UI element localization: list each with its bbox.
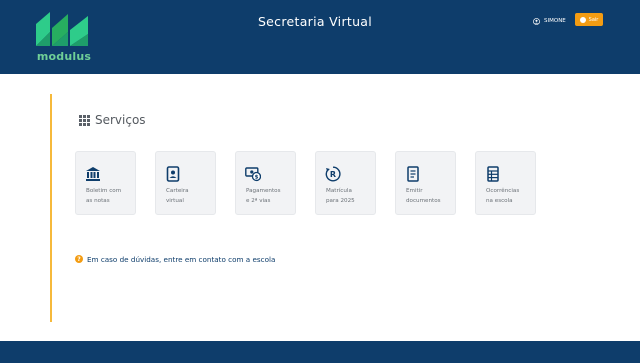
power-icon xyxy=(579,16,586,23)
section-title-label: Serviços xyxy=(95,113,146,127)
help-text: Em caso de dúvidas, entre em contato com… xyxy=(87,254,276,264)
logout-button[interactable]: Sair xyxy=(575,13,603,26)
svg-text:R: R xyxy=(330,170,336,179)
user-name: SIMONE xyxy=(544,18,566,24)
service-card-pagamentos[interactable]: $ Pagamentos e 2ª vias xyxy=(235,151,296,215)
user-icon xyxy=(533,17,540,25)
footer-bar xyxy=(0,341,640,363)
top-header: modulus Secretaria Virtual SIMONE Sair xyxy=(0,0,640,74)
service-label: Emitir documentos xyxy=(406,188,441,204)
service-label: Ocorrências na escola xyxy=(486,188,520,204)
service-label: Pagamentos e 2ª vias xyxy=(246,188,281,204)
service-card-carteira[interactable]: Carteira virtual xyxy=(155,151,216,215)
user-menu[interactable]: SIMONE xyxy=(533,15,566,27)
registration-icon: R xyxy=(325,166,341,182)
service-card-matricula[interactable]: R Matrícula para 2025 xyxy=(315,151,376,215)
help-message: ? Em caso de dúvidas, entre em contato c… xyxy=(75,254,275,264)
service-label: Matrícula para 2025 xyxy=(326,188,355,204)
content-accent-bar xyxy=(50,94,52,322)
document-icon xyxy=(407,166,419,182)
grid-icon xyxy=(79,114,90,126)
section-title: Serviços xyxy=(79,113,146,127)
service-card-emitir[interactable]: Emitir documentos xyxy=(395,151,456,215)
list-icon xyxy=(487,166,499,182)
service-card-ocorrencias[interactable]: Ocorrências na escola xyxy=(475,151,536,215)
svg-text:$: $ xyxy=(255,175,259,181)
payment-icon: $ xyxy=(245,167,261,182)
bank-icon xyxy=(86,167,100,181)
question-icon: ? xyxy=(75,255,83,263)
logo-wordmark: modulus xyxy=(36,50,92,63)
logout-label: Sair xyxy=(588,16,599,23)
id-card-icon xyxy=(166,166,180,182)
service-card-boletim[interactable]: Boletim com as notas xyxy=(75,151,136,215)
service-label: Carteira virtual xyxy=(166,188,189,204)
service-label: Boletim com as notas xyxy=(86,188,122,204)
